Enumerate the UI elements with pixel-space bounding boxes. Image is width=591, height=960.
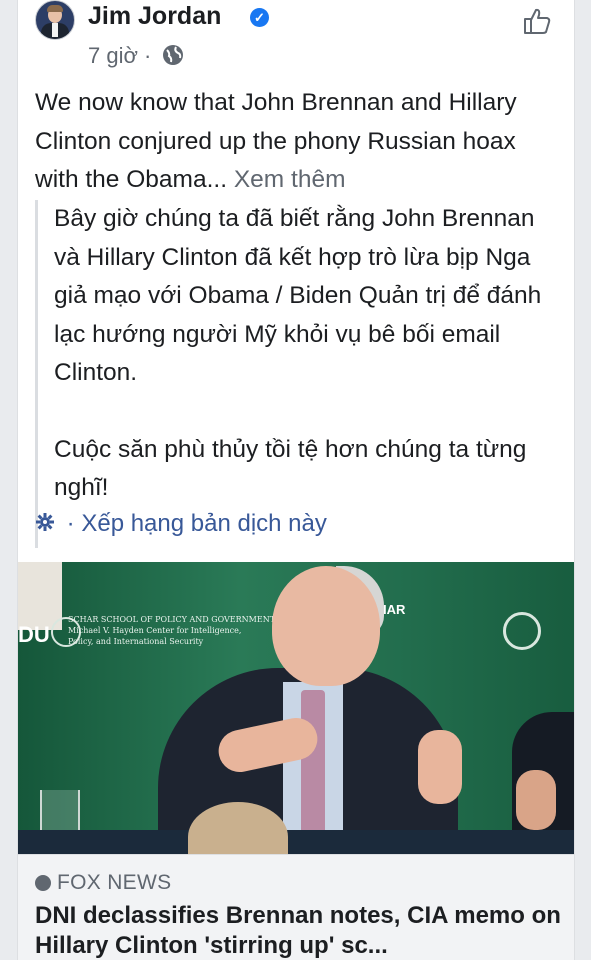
- translation-block: Bây giờ chúng ta đã biết rằng John Brenn…: [35, 200, 555, 548]
- source-icon: [35, 875, 51, 891]
- link-headline[interactable]: DNI declassifies Brennan notes, CIA memo…: [35, 901, 565, 960]
- link-preview[interactable]: FOX NEWS DNI declassifies Brennan notes,…: [18, 854, 574, 960]
- see-more-link[interactable]: Xem thêm: [234, 166, 346, 193]
- translation-paragraph-1: Bây giờ chúng ta đã biết rằng John Brenn…: [54, 205, 542, 386]
- post-timestamp[interactable]: 7 giờ ·: [88, 43, 151, 69]
- author-name[interactable]: Jim Jordan: [88, 2, 221, 31]
- globe-icon[interactable]: [162, 44, 184, 66]
- translation-paragraph-2: Cuộc săn phù thủy tồi tệ hơn chúng ta từ…: [54, 435, 527, 502]
- author-avatar[interactable]: [35, 0, 75, 40]
- rate-translation-link[interactable]: · Xếp hạng bản dịch này: [36, 510, 327, 538]
- link-source-label: FOX NEWS: [57, 871, 172, 894]
- link-preview-image[interactable]: DU SCHAR SCHOOL OF POLICY AND GOVERNMENT…: [18, 562, 574, 854]
- verified-badge-icon: ✓: [250, 8, 269, 27]
- rate-translation-label: · Xếp hạng bản dịch này: [66, 510, 327, 537]
- post-body: We now know that John Brennan and Hillar…: [35, 84, 565, 200]
- link-source: FOX NEWS: [35, 871, 171, 895]
- gear-icon: [36, 513, 54, 531]
- thumbs-up-icon[interactable]: [522, 6, 552, 36]
- post-card: Jim Jordan ✓ 7 giờ · We now know that Jo…: [17, 0, 575, 960]
